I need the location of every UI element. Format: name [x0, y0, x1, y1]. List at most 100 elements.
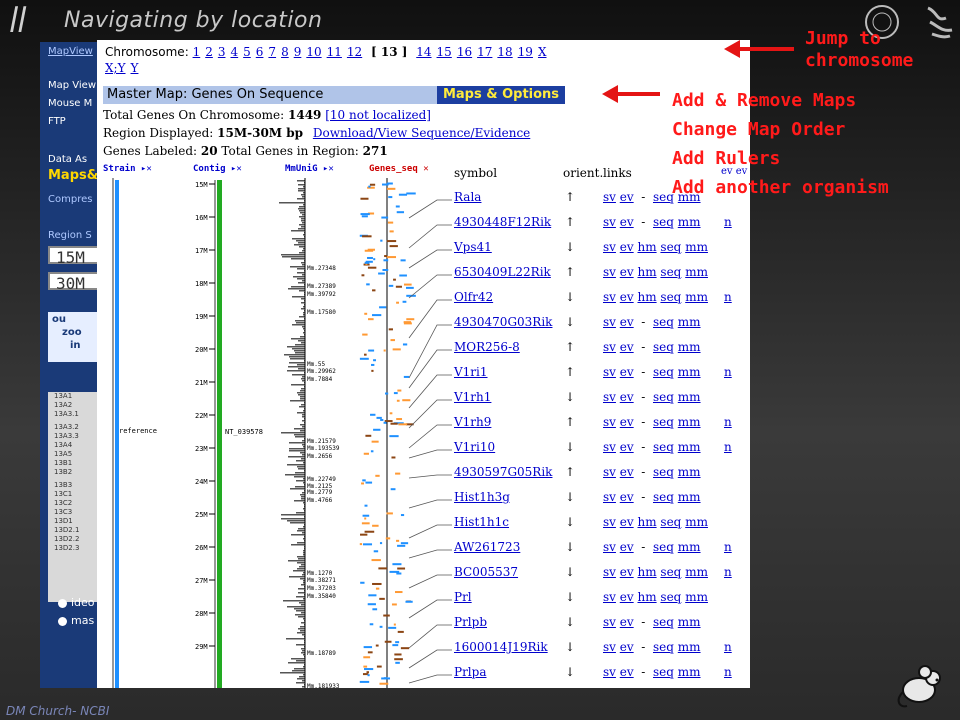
gene-feature[interactable] — [367, 674, 370, 677]
gene-feature[interactable] — [388, 328, 393, 331]
gene-n-link[interactable]: n — [724, 440, 732, 454]
gene-symbol-link[interactable]: V1rh9 — [454, 415, 491, 429]
gene-feature[interactable] — [361, 215, 368, 218]
gene-n-link[interactable]: n — [724, 640, 732, 654]
gene-symbol-link[interactable]: Rala — [454, 190, 481, 204]
gene-feature[interactable] — [395, 591, 403, 594]
gene-feature[interactable] — [362, 479, 366, 482]
chromosome-x-link[interactable]: X — [538, 45, 547, 59]
unigene-label[interactable]: Mm.2656 — [307, 453, 333, 460]
gene-feature[interactable] — [371, 440, 379, 443]
download-sequence-link[interactable]: Download/View Sequence/Evidence — [313, 126, 530, 140]
not-localized-link[interactable]: [10 not localized] — [325, 108, 431, 122]
gene-symbol-link[interactable]: Hist1h1c — [454, 515, 509, 529]
unigene-label[interactable]: Mm.27389 — [307, 283, 336, 290]
unigene-label[interactable]: Mm.22749 — [307, 476, 336, 483]
unigene-label[interactable]: Mm.38271 — [307, 577, 336, 584]
sidebar-item-ftp[interactable]: FTP — [48, 116, 66, 127]
unigene-label[interactable]: Mm.181933 — [307, 683, 340, 688]
gene-feature[interactable] — [376, 665, 382, 668]
chromosome-x-y-link[interactable]: X;Y — [105, 61, 126, 75]
gene-feature[interactable] — [390, 422, 398, 425]
gene-feature[interactable] — [393, 278, 396, 281]
gene-feature[interactable] — [386, 512, 393, 515]
gene-feature[interactable] — [364, 312, 368, 315]
gene-feature[interactable] — [397, 389, 402, 392]
gene-feature[interactable] — [375, 474, 380, 477]
unigene-label[interactable]: Mm.17580 — [307, 309, 336, 316]
ideogram-band[interactable]: 13A1 — [54, 392, 100, 401]
gene-feature[interactable] — [364, 668, 374, 671]
gene-feature[interactable] — [361, 274, 365, 277]
gene-feature[interactable] — [387, 221, 394, 224]
gene-links[interactable]: sv ev hm seq mm — [603, 290, 708, 304]
ideogram-band[interactable]: 13A3.1 — [54, 410, 100, 419]
gene-n-link[interactable]: n — [724, 365, 732, 379]
gene-symbol-link[interactable]: Vps41 — [454, 240, 492, 254]
ideogram-band[interactable]: 13A3.2 — [54, 423, 100, 432]
gene-feature[interactable] — [363, 452, 369, 455]
gene-feature[interactable] — [383, 614, 390, 617]
gene-links[interactable]: sv ev - seq mm — [603, 615, 701, 629]
gene-feature[interactable] — [373, 550, 379, 553]
gene-links[interactable]: sv ev - seq mm — [603, 340, 701, 354]
gene-feature[interactable] — [389, 230, 394, 233]
gene-links[interactable]: sv ev - seq mm — [603, 315, 701, 329]
gene-feature[interactable] — [397, 630, 404, 633]
gene-n-link[interactable]: n — [724, 290, 732, 304]
unigene-label[interactable]: Mm.55 — [307, 361, 325, 368]
gene-feature[interactable] — [372, 524, 379, 527]
gene-feature[interactable] — [368, 594, 377, 597]
ideogram-band[interactable]: 13D1 — [54, 517, 100, 526]
gene-feature[interactable] — [383, 677, 388, 680]
unigene-label[interactable]: Mm.37203 — [307, 585, 336, 592]
gene-feature[interactable] — [402, 343, 408, 346]
gene-links[interactable]: sv ev - seq mm — [603, 215, 701, 229]
gene-links[interactable]: sv ev hm seq mm — [603, 265, 708, 279]
unigene-label[interactable]: Mm.29962 — [307, 368, 336, 375]
sidebar-item-map-view[interactable]: Map View — [48, 80, 96, 91]
gene-symbol-link[interactable]: V1rh1 — [454, 390, 491, 404]
gene-feature[interactable] — [392, 348, 401, 351]
gene-feature[interactable] — [385, 392, 389, 395]
gene-feature[interactable] — [396, 539, 400, 542]
gene-n-link[interactable]: n — [724, 215, 732, 229]
gene-feature[interactable] — [405, 600, 413, 603]
gene-feature[interactable] — [378, 272, 385, 275]
gene-feature[interactable] — [372, 314, 382, 317]
gene-feature[interactable] — [365, 481, 373, 484]
gene-feature[interactable] — [386, 187, 396, 190]
gene-feature[interactable] — [395, 661, 400, 664]
gene-feature[interactable] — [364, 517, 367, 520]
gene-links[interactable]: sv ev - seq mm — [603, 415, 701, 429]
gene-feature[interactable] — [400, 514, 405, 517]
gene-feature[interactable] — [366, 283, 370, 286]
gene-feature[interactable] — [362, 514, 370, 517]
gene-n-link[interactable]: n — [724, 540, 732, 554]
gene-feature[interactable] — [398, 193, 408, 196]
gene-feature[interactable] — [391, 456, 396, 459]
unigene-label[interactable]: Mm.4766 — [307, 497, 333, 504]
unigene-label[interactable]: Mm.39792 — [307, 291, 336, 298]
gene-feature[interactable] — [402, 300, 407, 303]
gene-feature[interactable] — [384, 420, 393, 423]
gene-feature[interactable] — [386, 256, 397, 259]
maps-options-button[interactable]: Maps & Options — [437, 86, 565, 104]
ideogram-band[interactable]: 13A5 — [54, 450, 100, 459]
gene-feature[interactable] — [363, 665, 368, 668]
gene-feature[interactable] — [360, 213, 370, 216]
gene-feature[interactable] — [367, 256, 373, 259]
gene-feature[interactable] — [405, 286, 414, 289]
genes-seq-track-header[interactable]: Genes_seq ✕ — [369, 164, 429, 174]
gene-feature[interactable] — [359, 543, 363, 546]
gene-feature[interactable] — [406, 318, 415, 321]
chromosome-y-link[interactable]: Y — [131, 61, 139, 75]
map-tracks[interactable]: reference NT_039578 15M 16M 17M 18M 19M 20M 21M 2… — [97, 178, 457, 688]
gene-feature[interactable] — [395, 205, 400, 208]
gene-feature[interactable] — [379, 597, 385, 600]
chromosome-2-link[interactable]: 2 — [205, 45, 213, 59]
ideogram-band[interactable]: 13A3.3 — [54, 432, 100, 441]
gene-feature[interactable] — [383, 349, 386, 352]
gene-feature[interactable] — [366, 671, 369, 674]
gene-links[interactable]: sv ev - seq mm — [603, 465, 701, 479]
